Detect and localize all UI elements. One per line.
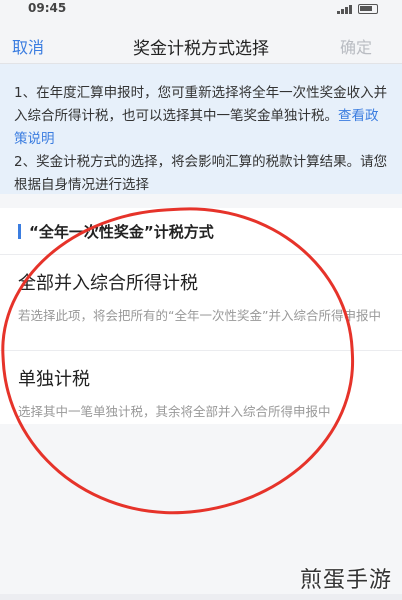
option-title: 单独计税 xyxy=(18,369,90,390)
signal-icon xyxy=(337,4,352,14)
battery-icon xyxy=(358,4,378,14)
section-header: “全年一次性奖金”计税方式 xyxy=(0,208,402,254)
status-time: 09:45 xyxy=(28,1,67,15)
section-accent-bar xyxy=(18,223,21,239)
confirm-button[interactable]: 确定 xyxy=(340,34,372,58)
watermark-text: 煎蛋手游 xyxy=(299,568,392,593)
status-icons xyxy=(337,4,378,14)
option-title: 全部并入综合所得计税 xyxy=(18,273,198,294)
section-title: “全年一次性奖金”计税方式 xyxy=(29,222,214,241)
option-merge-comprehensive[interactable]: 全部并入综合所得计税 若选择此项，将会把所有的“全年一次性奖金”并入综合所得申报… xyxy=(0,254,402,350)
option-description: 若选择此项，将会把所有的“全年一次性奖金”并入综合所得申报中 xyxy=(18,308,381,323)
option-description: 选择其中一笔单独计税，其余将全部并入综合所得申报中 xyxy=(18,404,331,419)
notice-line-2: 2、奖金计税方式的选择，将会影响汇算的税款计算结果。请您根据自身情况进行选择 xyxy=(14,154,388,193)
notice-panel: 1、在年度汇算申报时，您可重新选择将全年一次性奖金收入并入综合所得计税，也可以选… xyxy=(0,64,402,194)
option-separate-tax[interactable]: 单独计税 选择其中一笔单独计税，其余将全部并入综合所得申报中 xyxy=(0,350,402,424)
notice-line-1: 1、在年度汇算申报时，您可重新选择将全年一次性奖金收入并入综合所得计税，也可以选… xyxy=(14,85,388,124)
status-bar: 09:45 xyxy=(0,0,402,22)
navigation-bar: 取消 奖金计税方式选择 确定 xyxy=(0,22,402,64)
